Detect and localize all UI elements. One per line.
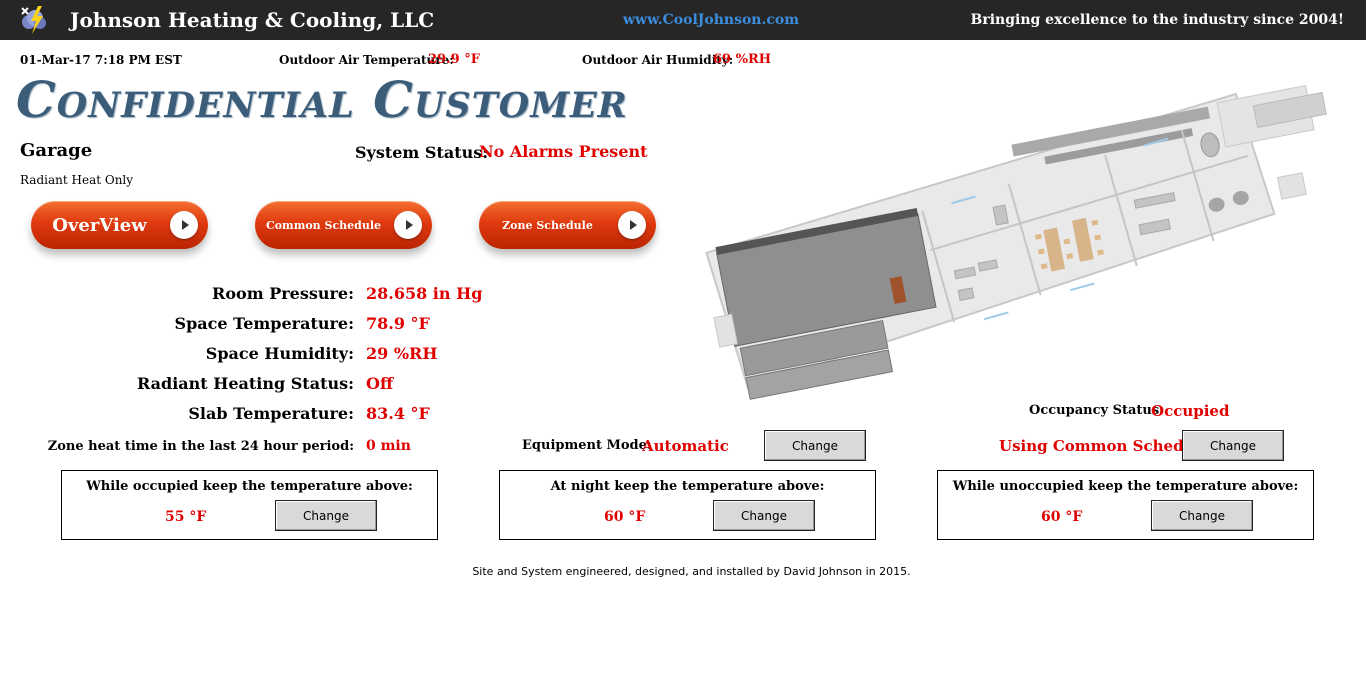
occupied-setpoint-box: While occupied keep the temperature abov…: [61, 470, 438, 540]
unoccupied-setpoint-change-button[interactable]: Change: [1151, 500, 1253, 531]
occupied-setpoint-change-button[interactable]: Change: [275, 500, 377, 531]
occupied-setpoint-title: While occupied keep the temperature abov…: [86, 479, 413, 494]
common-schedule-button[interactable]: Common Schedule: [255, 201, 432, 249]
schedule-mode-value: Using Common Schedule: [999, 437, 1210, 455]
space-temperature-value: 78.9 °F: [366, 314, 430, 333]
room-pressure-value: 28.658 in Hg: [366, 284, 483, 303]
system-status-value: No Alarms Present: [479, 142, 648, 161]
company-logo-icon: [21, 6, 46, 34]
room-pressure-label: Room Pressure:: [212, 284, 354, 303]
zone-heat-time-label: Zone heat time in the last 24 hour perio…: [47, 439, 354, 454]
unoccupied-setpoint-title: While unoccupied keep the temperature ab…: [952, 479, 1299, 494]
zone-name: Garage: [20, 140, 93, 161]
unoccupied-setpoint-box: While unoccupied keep the temperature ab…: [937, 470, 1314, 540]
occupied-setpoint-value: 55 °F: [165, 509, 207, 525]
equipment-mode-change-button[interactable]: Change: [764, 430, 866, 461]
night-setpoint-value: 60 °F: [604, 509, 646, 525]
slab-temperature-value: 83.4 °F: [366, 404, 430, 423]
company-name: Johnson Heating & Cooling, LLC: [70, 8, 435, 32]
overview-button-label: OverView: [52, 214, 147, 236]
night-setpoint-change-button[interactable]: Change: [713, 500, 815, 531]
night-setpoint-title: At night keep the temperature above:: [550, 479, 825, 494]
space-temperature-label: Space Temperature:: [174, 314, 354, 333]
equipment-mode-value: Automatic: [642, 437, 729, 455]
system-status-label: System Status:: [355, 143, 489, 162]
space-humidity-label: Space Humidity:: [205, 344, 354, 363]
zone-schedule-button[interactable]: Zone Schedule: [479, 201, 656, 249]
zone-schedule-button-label: Zone Schedule: [502, 218, 593, 232]
zone-heat-time-value: 0 min: [366, 438, 411, 454]
occupancy-status-label: Occupancy Status:: [1029, 403, 1164, 418]
unoccupied-setpoint-value: 60 °F: [1041, 509, 1083, 525]
zone-subtitle: Radiant Heat Only: [20, 173, 134, 187]
equipment-mode-label: Equipment Mode:: [522, 438, 652, 453]
arrow-right-icon: [170, 211, 198, 239]
current-datetime: 01-Mar-17 7:18 PM EST: [20, 53, 182, 67]
space-humidity-value: 29 %RH: [366, 344, 438, 363]
radiant-heating-status-value: Off: [366, 374, 394, 393]
building-floor-plan: [705, 84, 1327, 400]
schedule-change-button[interactable]: Change: [1182, 430, 1284, 461]
radiant-heating-status-label: Radiant Heating Status:: [136, 374, 354, 393]
arrow-right-icon: [394, 211, 422, 239]
outdoor-humidity-value: 69 %RH: [713, 52, 772, 67]
night-setpoint-box: At night keep the temperature above: 60 …: [499, 470, 876, 540]
customer-title: Confidential Customer: [16, 70, 628, 129]
arrow-right-icon: [618, 211, 646, 239]
header-bar: Johnson Heating & Cooling, LLC www.CoolJ…: [0, 0, 1366, 40]
footer-credit: Site and System engineered, designed, an…: [472, 565, 911, 578]
website-link[interactable]: www.CoolJohnson.com: [623, 12, 799, 28]
outdoor-humidity-label: Outdoor Air Humidity:: [582, 53, 734, 67]
slab-temperature-label: Slab Temperature:: [188, 404, 354, 423]
overview-button[interactable]: OverView: [31, 201, 208, 249]
common-schedule-button-label: Common Schedule: [265, 218, 382, 232]
outdoor-temp-value: 29.9 °F: [428, 52, 480, 67]
tagline: Bringing excellence to the industry sinc…: [970, 12, 1344, 28]
